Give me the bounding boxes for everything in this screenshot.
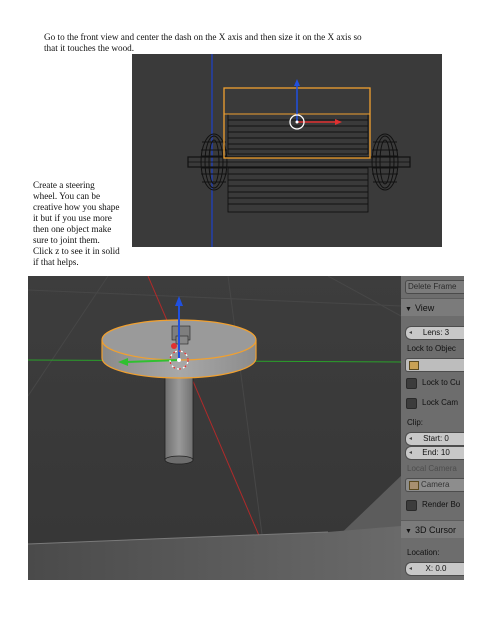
camera-icon <box>409 481 419 490</box>
arrow-left-icon: ◂ <box>409 330 413 336</box>
instruction-front-view: Go to the front view and center the dash… <box>44 32 384 54</box>
steering-line: then one object make <box>33 224 112 234</box>
cursor-x-field[interactable]: ◂ X: 0.0 <box>405 562 464 576</box>
view-header-label: View <box>414 303 435 313</box>
clip-start-field[interactable]: ◂ Start: 0 <box>405 432 464 446</box>
lock-to-cursor-checkbox[interactable] <box>406 378 417 389</box>
location-label: Location: <box>407 548 440 557</box>
properties-panel: Delete Frame ▼ View ◂ Lens: 3 Lock to Obje… <box>401 276 464 580</box>
delete-frame-label: Delete Frame <box>408 282 457 291</box>
steering-line: wheel. You can be <box>33 191 101 201</box>
instruction-steering-wheel: Create a steering wheel. You can be crea… <box>33 180 135 268</box>
clip-label: Clip: <box>407 418 424 427</box>
clip-end-value: End: 10 <box>422 448 450 457</box>
instruction-line-2: that it touches the wood. <box>44 43 135 53</box>
steering-line: Click z to see it in solid <box>33 246 120 256</box>
delete-frame-button[interactable]: Delete Frame <box>405 280 464 294</box>
clip-start-value: Start: 0 <box>423 434 449 443</box>
transform-widget-icon <box>289 79 342 130</box>
camera-field[interactable]: Camera <box>405 478 464 492</box>
viewport-scene <box>28 276 401 580</box>
lens-value: Lens: 3 <box>422 328 450 337</box>
triangle-down-icon: ▼ <box>405 528 412 535</box>
lock-to-cursor-label: Lock to Cu <box>422 378 461 387</box>
lock-to-object-label: Lock to Objec <box>407 344 456 353</box>
lens-field[interactable]: ◂ Lens: 3 <box>405 326 464 340</box>
arrow-left-icon: ◂ <box>409 436 413 442</box>
render-border-checkbox[interactable] <box>406 500 417 511</box>
lock-camera-label: Lock Cam <box>422 398 459 407</box>
view-panel-header[interactable]: ▼ View <box>401 298 464 316</box>
clip-end-field[interactable]: ◂ End: 10 <box>405 446 464 460</box>
arrow-left-icon: ◂ <box>409 450 413 456</box>
3d-viewport[interactable] <box>28 276 401 580</box>
steering-line: if that helps. <box>33 257 79 267</box>
front-view-screenshot <box>132 54 442 247</box>
arrow-left-icon: ◂ <box>409 566 413 572</box>
lock-object-field[interactable] <box>405 358 464 372</box>
cursor-x-value: X: 0.0 <box>425 564 447 573</box>
steering-line: creative how you shape <box>33 202 120 212</box>
lock-camera-checkbox[interactable] <box>406 398 417 409</box>
local-camera-label: Local Camera <box>407 464 457 473</box>
cube-icon <box>409 361 419 370</box>
front-view-scene <box>187 54 411 247</box>
3d-cursor-panel-header[interactable]: ▼ 3D Cursor <box>401 520 464 538</box>
triangle-down-icon: ▼ <box>405 306 412 313</box>
steering-line: Create a steering <box>33 180 95 190</box>
steering-line: sure to joint them. <box>33 235 100 245</box>
render-border-label: Render Bo <box>422 500 461 509</box>
steering-line: it but if you use more <box>33 213 112 223</box>
instruction-line-1: Go to the front view and center the dash… <box>44 32 362 42</box>
3d-cursor-header-label: 3D Cursor <box>414 525 456 535</box>
3d-view-screenshot: Delete Frame ▼ View ◂ Lens: 3 Lock to Obje… <box>28 276 464 580</box>
